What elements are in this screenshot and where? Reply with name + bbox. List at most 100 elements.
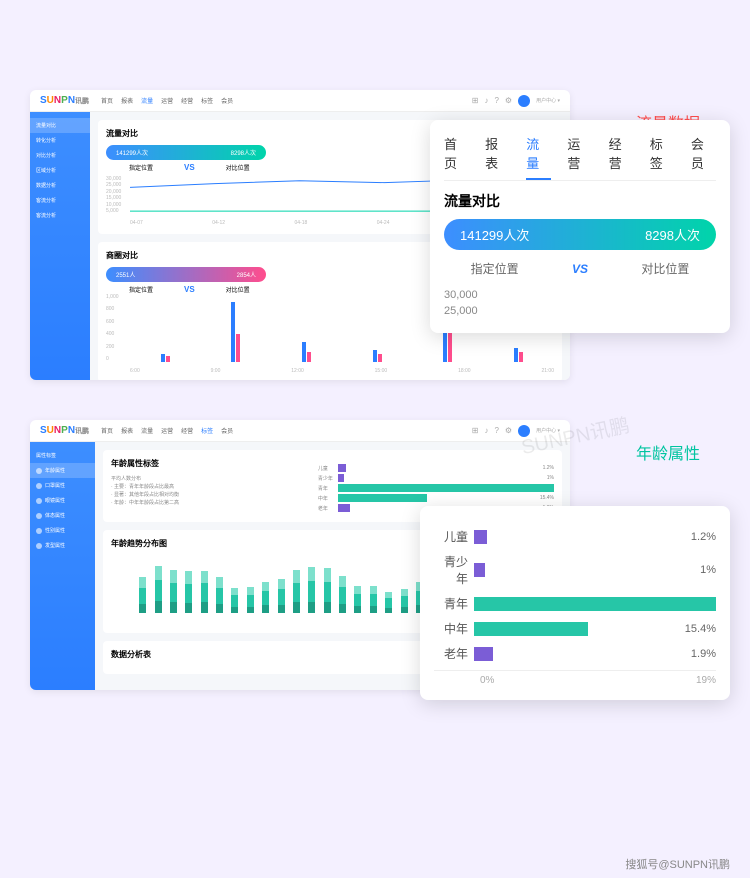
left-value: 141299人次 (460, 225, 529, 244)
age-bar-row: 儿童 1.2% (434, 528, 716, 545)
left-label: 指定位置 (106, 163, 176, 172)
nav-item[interactable]: 首页 (101, 426, 113, 435)
avatar[interactable] (518, 95, 530, 107)
sidebar-item[interactable]: 区域分析 (30, 163, 90, 178)
gear-icon[interactable]: ⚙ (505, 96, 512, 105)
age-bar-row: 青少年 1% (434, 553, 716, 587)
callout-traffic: 首页 报表 流量 运营 经营 标签 会员 流量对比 141299人次 8298人… (430, 120, 730, 333)
sidebar-item[interactable]: 客流分析 (30, 208, 90, 223)
sidebar-item[interactable]: 对比分析 (30, 148, 90, 163)
section-label-age: 年龄属性 (636, 440, 700, 464)
compare-pill: 141299人次 8298人次 (444, 219, 716, 250)
user-menu[interactable]: 用户中心 ▾ (536, 97, 560, 104)
x-tick: 0% (480, 675, 494, 686)
left-value: 2551人 (116, 270, 135, 279)
vs-icon: VS (572, 262, 588, 276)
left-label: 指定位置 (106, 285, 176, 294)
nav-item[interactable]: 标签 (201, 96, 213, 105)
top-nav: 首页 报表 流量 运营 经营 标签 会员 (101, 96, 233, 105)
sidebar-item[interactable]: 数据分析 (30, 178, 90, 193)
tab[interactable]: 会员 (691, 134, 716, 172)
nav-item[interactable]: 运营 (161, 96, 173, 105)
right-label: 对比位置 (641, 260, 689, 277)
tab[interactable]: 标签 (650, 134, 675, 172)
grid-icon[interactable]: ⊞ (472, 426, 479, 435)
user-menu[interactable]: 用户中心 ▾ (536, 427, 560, 434)
age-value: 15.4% (685, 623, 716, 635)
sidebar: 流量对比 转化分析 对比分析 区域分析 数据分析 客流分析 客流分析 (30, 112, 90, 380)
vs-icon: VS (184, 285, 195, 294)
tab[interactable]: 报表 (485, 134, 510, 172)
nav-item[interactable]: 流量 (141, 426, 153, 435)
tag-icon (36, 528, 42, 534)
right-value: 8298人次 (645, 225, 700, 244)
y-tick: 25,000 (444, 303, 716, 319)
nav-item[interactable]: 运营 (161, 426, 173, 435)
nav-item[interactable]: 标签 (201, 426, 213, 435)
tag-icon (36, 468, 42, 474)
age-label: 儿童 (434, 528, 474, 545)
tab[interactable]: 经营 (609, 134, 634, 172)
help-icon[interactable]: ? (494, 426, 498, 435)
nav-item[interactable]: 流量 (141, 96, 153, 105)
top-nav: 首页 报表 流量 运营 经营 标签 会员 (101, 426, 233, 435)
desc-line: · 显著：其他年段占比相对均衡 (111, 491, 308, 499)
gear-icon[interactable]: ⚙ (505, 426, 512, 435)
tab[interactable]: 流量 (526, 134, 551, 180)
compare-pill: 141299人次 8298人次 (106, 145, 266, 160)
tab[interactable]: 首页 (444, 134, 469, 172)
logo: SUNPN讯鹏 (40, 95, 89, 106)
sidebar-item[interactable]: 属性标签 (30, 448, 95, 463)
age-value: 1% (700, 564, 716, 576)
bell-icon[interactable]: ♪ (484, 96, 488, 105)
sidebar-item[interactable]: 流量对比 (30, 118, 90, 133)
nav-item[interactable]: 经营 (181, 96, 193, 105)
bell-icon[interactable]: ♪ (484, 426, 488, 435)
nav-item[interactable]: 经营 (181, 426, 193, 435)
sidebar-item[interactable]: 年龄属性 (30, 463, 95, 478)
nav-item[interactable]: 会员 (221, 96, 233, 105)
age-bar-row: 中年 15.4% (434, 620, 716, 637)
panel-title: 年龄属性标签 (111, 458, 308, 469)
sidebar-item[interactable]: 发型属性 (30, 538, 95, 553)
age-label: 老年 (434, 645, 474, 662)
callout-title: 流量对比 (444, 191, 716, 211)
right-value: 8298人次 (231, 148, 256, 157)
sidebar-item[interactable]: 体态属性 (30, 508, 95, 523)
age-bar-row: 老年 1.9% (434, 645, 716, 662)
nav-item[interactable]: 报表 (121, 96, 133, 105)
grid-icon[interactable]: ⊞ (472, 96, 479, 105)
nav-item[interactable]: 会员 (221, 426, 233, 435)
nav-item[interactable]: 首页 (101, 96, 113, 105)
age-label: 青少年 (434, 553, 474, 587)
sidebar-item[interactable]: 眼镜属性 (30, 493, 95, 508)
left-label: 指定位置 (471, 260, 519, 277)
sidebar-item[interactable]: 客流分析 (30, 193, 90, 208)
age-value: 1.2% (691, 531, 716, 543)
right-label: 对比位置 (203, 163, 273, 172)
nav-item[interactable]: 报表 (121, 426, 133, 435)
sidebar-item[interactable]: 口罩属性 (30, 478, 95, 493)
right-label: 对比位置 (203, 285, 273, 294)
sidebar-item[interactable]: 转化分析 (30, 133, 90, 148)
age-value: 1.9% (691, 648, 716, 660)
callout-tabs: 首页 报表 流量 运营 经营 标签 会员 (444, 134, 716, 181)
vs-icon: VS (184, 163, 195, 172)
sidebar: 属性标签 年龄属性 口罩属性 眼镜属性 体态属性 性别属性 发型属性 (30, 442, 95, 690)
age-label: 中年 (434, 620, 474, 637)
header: SUNPN讯鹏 首页 报表 流量 运营 经营 标签 会员 ⊞ ♪ ? ⚙ 用户中… (30, 420, 570, 442)
tag-icon (36, 498, 42, 504)
x-axis: 0% 19% (434, 670, 716, 686)
header-icons: ⊞ ♪ ? ⚙ 用户中心 ▾ (472, 425, 560, 437)
avatar[interactable] (518, 425, 530, 437)
compare-pill: 2551人 2854人 (106, 267, 266, 282)
logo: SUNPN讯鹏 (40, 425, 89, 436)
desc-line: · 年龄：中年年龄段占比第二高 (111, 499, 308, 507)
right-value: 2854人 (237, 270, 256, 279)
age-label: 青年 (434, 595, 474, 612)
help-icon[interactable]: ? (494, 96, 498, 105)
tab[interactable]: 运营 (567, 134, 592, 172)
header-icons: ⊞ ♪ ? ⚙ 用户中心 ▾ (472, 95, 560, 107)
sidebar-item[interactable]: 性别属性 (30, 523, 95, 538)
left-value: 141299人次 (116, 148, 148, 157)
